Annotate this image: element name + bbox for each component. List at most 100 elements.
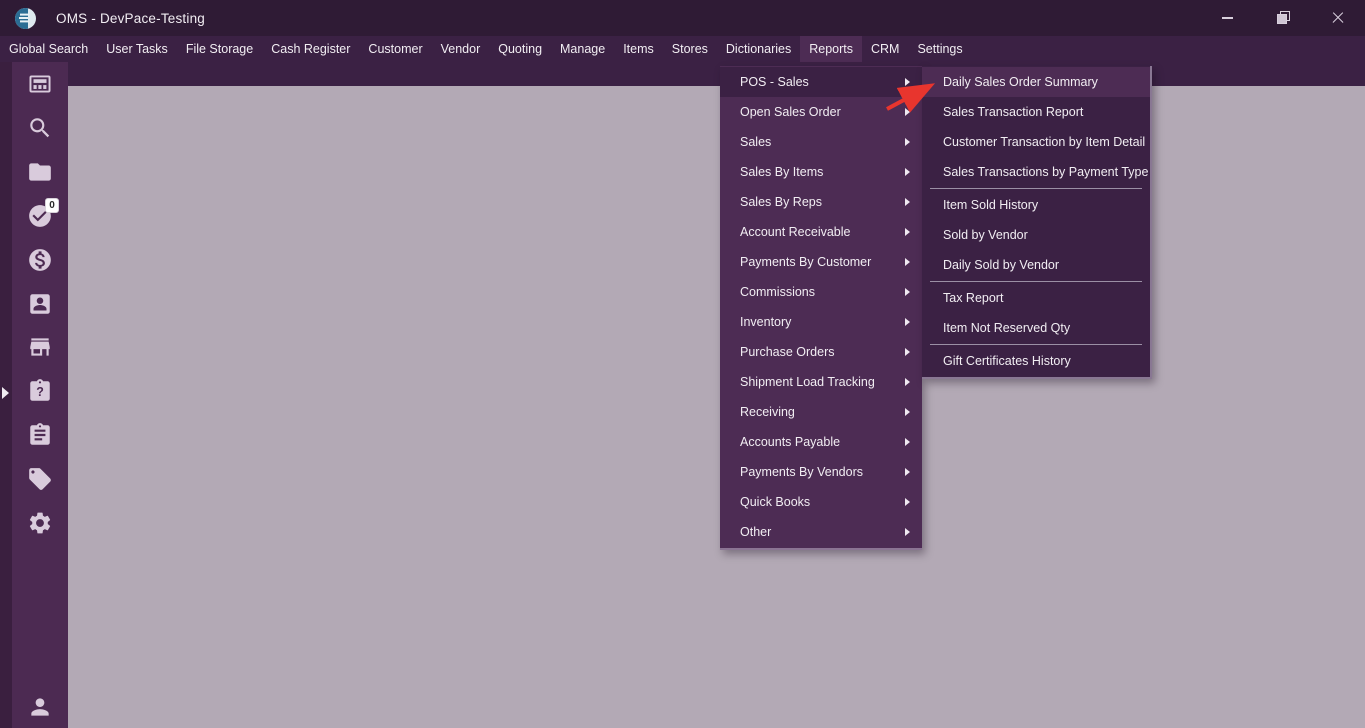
person-icon[interactable] [12,694,68,720]
menubar-item-crm[interactable]: CRM [862,36,908,62]
titlebar: OMS - DevPace-Testing [0,0,1365,36]
submenu-arrow-icon [905,198,910,206]
svg-text:?: ? [36,385,44,399]
check-circle-icon[interactable]: 0 [12,197,68,230]
submenu-arrow-icon [905,78,910,86]
reports-menu-item-sales[interactable]: Sales [720,127,922,157]
menu-item-label: Inventory [740,315,792,329]
menubar-item-customer[interactable]: Customer [359,36,431,62]
store-icon[interactable] [12,333,68,361]
menubar-item-vendor[interactable]: Vendor [432,36,490,62]
reports-menu-item-account-receivable[interactable]: Account Receivable [720,217,922,247]
menubar-item-user-tasks[interactable]: User Tasks [97,36,177,62]
submenu-arrow-icon [905,528,910,536]
content-area [68,86,1365,728]
submenu-arrow-icon [905,288,910,296]
contact-card-icon[interactable] [12,290,68,318]
menu-item-label: Purchase Orders [740,345,835,359]
menu-item-label: Sales By Items [740,165,824,179]
folder-icon[interactable] [12,158,68,186]
submenu-item-sales-transaction-report[interactable]: Sales Transaction Report [922,97,1150,127]
close-icon [1331,11,1345,25]
count-badge: 0 [45,197,59,213]
reports-menu-item-commissions[interactable]: Commissions [720,277,922,307]
dollar-circle-icon[interactable] [12,246,68,274]
restore-button[interactable] [1255,0,1310,36]
menu-item-label: POS - Sales [740,75,809,89]
reports-menu-item-purchase-orders[interactable]: Purchase Orders [720,337,922,367]
reports-menu-item-sales-by-reps[interactable]: Sales By Reps [720,187,922,217]
submenu-arrow-icon [905,438,910,446]
reports-menu-item-payments-by-customer[interactable]: Payments By Customer [720,247,922,277]
reports-menu-item-other[interactable]: Other [720,517,922,547]
menu-item-label: Shipment Load Tracking [740,375,875,389]
menubar-item-quoting[interactable]: Quoting [489,36,551,62]
pos-terminal-icon[interactable] [12,70,68,98]
submenu-arrow-icon [905,138,910,146]
reports-menu-item-payments-by-vendors[interactable]: Payments By Vendors [720,457,922,487]
reports-menu-item-shipment-load-tracking[interactable]: Shipment Load Tracking [720,367,922,397]
submenu-arrow-icon [905,498,910,506]
menubar-item-global-search[interactable]: Global Search [0,36,97,62]
reports-menu-item-receiving[interactable]: Receiving [720,397,922,427]
submenu-arrow-icon [905,168,910,176]
submenu-arrow-icon [905,228,910,236]
minimize-icon [1222,17,1233,19]
reports-menu-item-open-sales-order[interactable]: Open Sales Order [720,97,922,127]
menubar-item-items[interactable]: Items [614,36,663,62]
submenu-item-item-not-reserved-qty[interactable]: Item Not Reserved Qty [922,313,1150,343]
menu-item-label: Sales [740,135,772,149]
submenu-item-sales-transactions-by-payment-type[interactable]: Sales Transactions by Payment Type [922,157,1150,187]
menubar-item-stores[interactable]: Stores [663,36,717,62]
menubar: Global Search User Tasks File Storage Cash … [0,36,1365,62]
menu-item-label: Commissions [740,285,816,299]
submenu-arrow-icon [905,348,910,356]
menubar-item-cash-register[interactable]: Cash Register [262,36,359,62]
submenu-item-daily-sales-order-summary[interactable]: Daily Sales Order Summary [922,67,1150,97]
menu-item-label: Payments By Vendors [740,465,863,479]
submenu-item-daily-sold-by-vendor[interactable]: Daily Sold by Vendor [922,250,1150,280]
reports-menu-item-quick-books[interactable]: Quick Books [720,487,922,517]
menubar-item-manage[interactable]: Manage [551,36,614,62]
menu-item-label: Sales By Reps [740,195,822,209]
search-icon[interactable] [12,114,68,142]
settings-gear-icon[interactable] [12,509,68,537]
reports-menu-item-pos-sales[interactable]: POS - Sales [720,67,922,97]
submenu-item-customer-transaction-by-item-detail[interactable]: Customer Transaction by Item Detail [922,127,1150,157]
reports-menu-item-accounts-payable[interactable]: Accounts Payable [720,427,922,457]
tag-icon[interactable] [12,465,68,493]
clipboard-question-icon[interactable]: ? [12,377,68,405]
clipboard-tasks-icon[interactable] [12,421,68,449]
submenu-item-tax-report[interactable]: Tax Report [922,283,1150,313]
submenu-item-sold-by-vendor[interactable]: Sold by Vendor [922,220,1150,250]
submenu-item-item-sold-history[interactable]: Item Sold History [922,190,1150,220]
menu-item-label: Account Receivable [740,225,851,239]
menubar-item-file-storage[interactable]: File Storage [177,36,262,62]
menubar-item-reports[interactable]: Reports [800,36,862,62]
minimize-button[interactable] [1200,0,1255,36]
header-band [68,62,1365,86]
menu-separator [930,188,1142,189]
menubar-item-settings[interactable]: Settings [908,36,971,62]
reports-menu-item-inventory[interactable]: Inventory [720,307,922,337]
reports-menu-item-sales-by-items[interactable]: Sales By Items [720,157,922,187]
flyout-arrow-icon[interactable] [2,387,9,399]
reports-dropdown-menu: POS - Sales Open Sales Order Sales Sales By… [720,66,922,550]
window-title: OMS - DevPace-Testing [56,10,205,26]
submenu-arrow-icon [905,108,910,116]
menu-item-label: Quick Books [740,495,811,509]
menu-item-label: Open Sales Order [740,105,841,119]
pos-sales-submenu: Daily Sales Order Summary Sales Transacti… [922,66,1152,379]
menubar-item-dictionaries[interactable]: Dictionaries [717,36,800,62]
sidebar: 0? [12,62,68,728]
menu-item-label: Receiving [740,405,795,419]
submenu-item-gift-certificates-history[interactable]: Gift Certificates History [922,346,1150,376]
close-button[interactable] [1310,0,1365,36]
submenu-arrow-icon [905,258,910,266]
oms-logo-icon [15,7,36,29]
submenu-arrow-icon [905,318,910,326]
left-strip [0,62,12,728]
submenu-arrow-icon [905,468,910,476]
submenu-arrow-icon [905,378,910,386]
menu-item-label: Other [740,525,772,539]
